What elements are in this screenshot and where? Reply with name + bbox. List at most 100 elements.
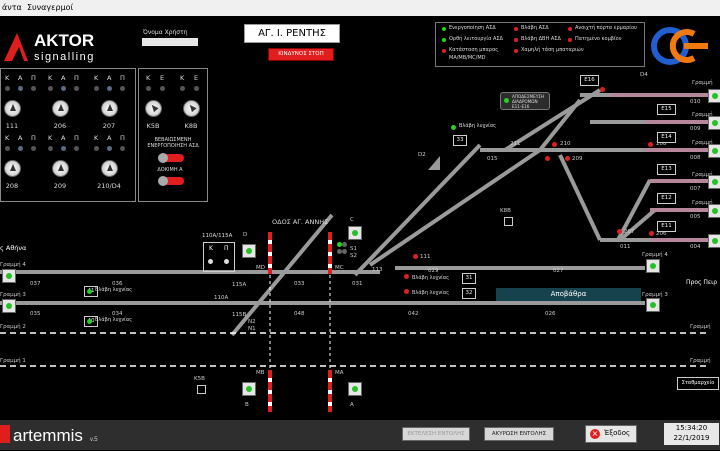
section-label: 037 (30, 281, 41, 287)
lamp-fault: Βλάβη λυχνίας (95, 317, 133, 323)
route-cancel-button[interactable]: ΑΠΟΔΕΣΜΕΥΣΗ ΔΙΑΔΡΟΜΩΝ Ε11-Ε16 (500, 92, 550, 110)
section-label: 209 (572, 156, 583, 162)
end-button-004[interactable] (708, 234, 720, 248)
signal-e16[interactable]: E16 (580, 75, 599, 86)
switch-state (565, 156, 570, 161)
station-office-button[interactable]: Σταθμαρχείο (677, 377, 719, 390)
end-button-line4-left[interactable] (2, 269, 16, 283)
clock: 15:34:20 22/1/2019 (664, 423, 719, 445)
switch-box-ind (208, 259, 213, 264)
lamp-fault: Βλάβη λυχνίας (95, 287, 133, 293)
switch-state (600, 87, 605, 92)
signal-e14[interactable]: E14 (657, 132, 676, 143)
clock-time: 15:34:20 (675, 424, 708, 432)
box-d-button[interactable] (242, 244, 256, 258)
end-button-line3-right[interactable] (646, 298, 660, 312)
signal-31[interactable]: 31 (462, 273, 476, 284)
section-label: 009 (690, 126, 701, 132)
route-cancel-label: ΑΠΟΔΕΣΜΕΥΣΗ ΔΙΑΔΡΟΜΩΝ Ε11-Ε16 (512, 94, 545, 109)
signal-32[interactable]: 32 (462, 288, 476, 299)
track-label-right: Γραμμή (690, 358, 711, 364)
section-label: 033 (294, 281, 305, 287)
switch-110a-box: 110A/115A Κ Π (202, 233, 235, 272)
end-button-005[interactable] (708, 204, 720, 218)
lamp-status (404, 289, 409, 294)
label-113: 113 (372, 267, 383, 273)
track-label-right: Γραμμή (692, 80, 713, 86)
track-label-left: Γραμμή 2 (0, 324, 26, 330)
signal-lamp (342, 242, 347, 247)
section-label: 211 (510, 141, 521, 147)
section-label: 207 (624, 229, 635, 235)
end-button-007[interactable] (708, 175, 720, 189)
signal-lamp (342, 249, 347, 254)
box-d-label: D (243, 232, 248, 238)
s1-label: S1 (350, 246, 357, 252)
signal-e13[interactable]: E13 (657, 164, 676, 175)
lamp-fault: Βλάβη λυχνίας (412, 290, 450, 296)
signal-33[interactable]: 33 (453, 135, 467, 146)
footer-version: v.5 (90, 437, 98, 443)
crossing-ma: MA (335, 370, 344, 376)
s2-label: S2 (350, 253, 357, 259)
end-button-008[interactable] (708, 144, 720, 158)
footer-logo: artemmis v.5 (0, 421, 110, 447)
clock-date: 22/1/2019 (673, 434, 710, 442)
box-c-button[interactable] (348, 226, 362, 240)
signal-e11[interactable]: E11 (657, 221, 676, 232)
cancel-command-button[interactable]: ΑΚΥΡΩΣΗ ΕΝΤΟΛΗΣ (484, 427, 554, 441)
lamp-fault: Βλάβη λυχνίας (412, 275, 450, 281)
lamp-status (451, 125, 456, 130)
signal-head-s1[interactable] (337, 242, 347, 260)
section-label: 015 (487, 156, 498, 162)
section-label: 027 (553, 268, 564, 274)
route-cancel-dot (504, 98, 509, 103)
lamp-fault: Βλάβη λυχνίας (459, 123, 497, 129)
end-button-009[interactable] (708, 116, 720, 130)
exit-button[interactable]: × Έξοδος (585, 425, 637, 443)
box-a-label: A (350, 402, 354, 408)
exit-icon: × (590, 429, 600, 439)
track-schematic (0, 88, 710, 412)
section-label: 026 (545, 311, 556, 317)
lamp-status (87, 319, 92, 324)
box-a-button[interactable] (348, 382, 362, 396)
execute-command-button[interactable]: ΕΚΤΕΛΕΣΗ ΕΝΤΟΛΗΣ (402, 427, 470, 441)
footer-brand: artemmis (13, 426, 83, 445)
track-label-left: Γραμμή 3 (0, 292, 26, 298)
to-right-label: Προς Πειρ (686, 279, 718, 286)
track-label-left: Γραμμή 1 (0, 358, 26, 364)
to-athens-label: ς Αθήνα (0, 244, 27, 252)
platform: Αποβάθρα (496, 288, 641, 301)
section-label: 048 (294, 311, 305, 317)
label-k5b: K5B (194, 376, 205, 382)
end-button-line4-right[interactable] (646, 259, 660, 273)
signal-e12[interactable]: E12 (657, 193, 676, 204)
signal-d4-label: D4 (640, 72, 648, 78)
end-button-010[interactable] (708, 89, 720, 103)
switch-box-ind (224, 259, 229, 264)
switch-state (413, 254, 418, 259)
switch-box-k[interactable]: Κ (209, 245, 213, 252)
section-label: 029 (428, 268, 439, 274)
end-button-line3-left[interactable] (2, 299, 16, 313)
switch-box-p[interactable]: Π (224, 245, 229, 252)
street-label: ΟΔΟΣ ΑΓ. ΑΝΝΗΣ (272, 218, 329, 226)
label-115a: 115A (232, 282, 247, 288)
k5b-indicator (197, 385, 206, 394)
track-label-right: Γραμμή (690, 324, 711, 330)
section-label: 011 (620, 244, 631, 250)
crossing-mc: MC (335, 265, 344, 271)
section-label: 210 (560, 141, 571, 147)
box-b-button[interactable] (242, 382, 256, 396)
section-label: 005 (690, 214, 701, 220)
n1-label: N1 (248, 326, 256, 332)
exit-label: Έξοδος (604, 429, 631, 437)
signal-e15[interactable]: E15 (657, 104, 676, 115)
crossing-mb: MB (256, 370, 265, 376)
switch-state (545, 156, 550, 161)
section-label: 007 (690, 186, 701, 192)
section-label: 008 (690, 155, 701, 161)
section-label: 031 (352, 281, 363, 287)
switch-state (552, 142, 557, 147)
